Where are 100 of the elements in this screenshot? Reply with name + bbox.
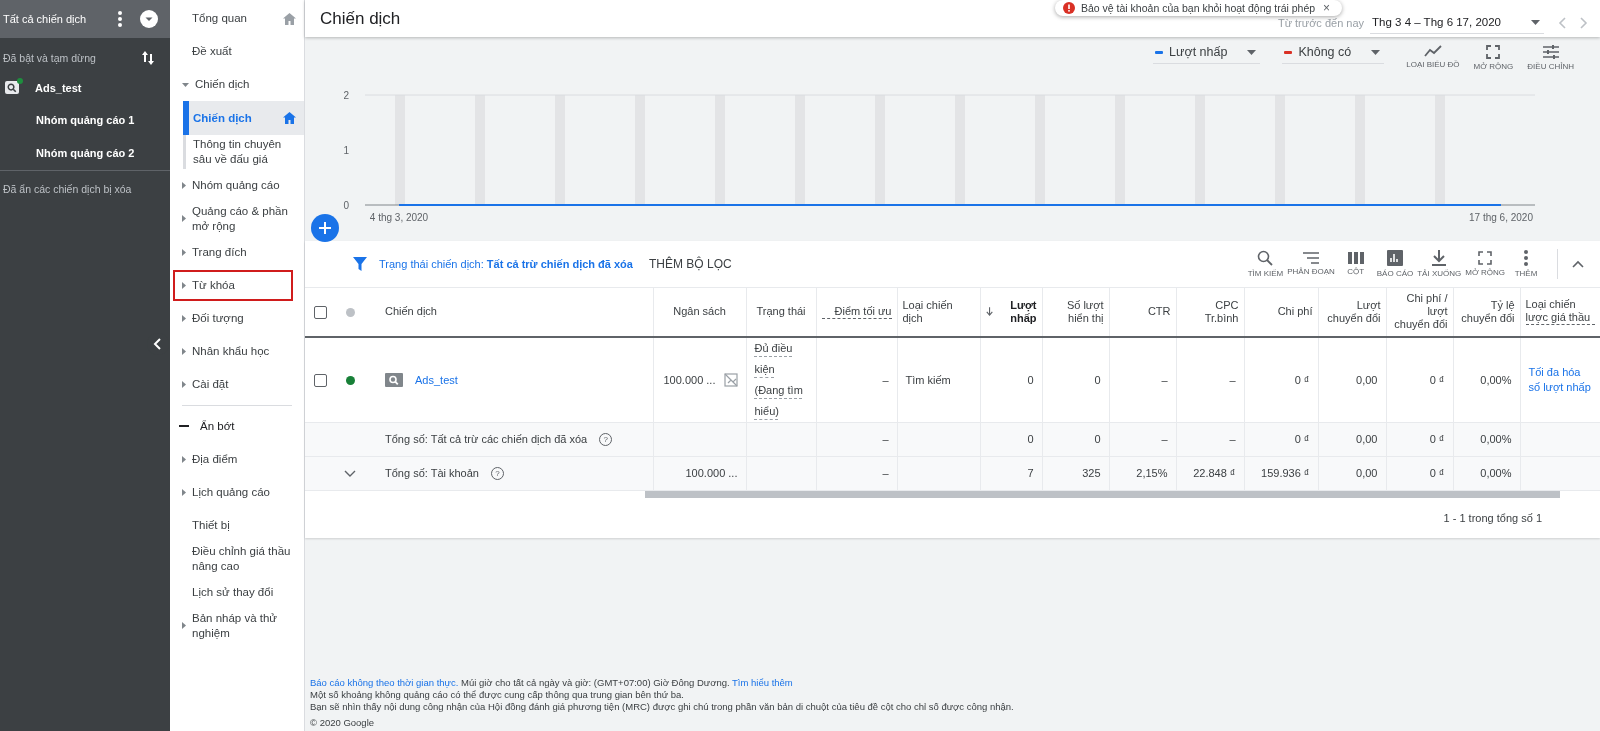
report-link[interactable]: Báo cáo không theo thời gian thực. [310, 677, 459, 688]
table-tool-button[interactable]: TÌM KIẾM [1247, 250, 1284, 278]
column-header[interactable]: Loại chiến lược giá thầu [1525, 298, 1595, 326]
column-header[interactable]: Tỷ lệ chuyển đổi [1458, 298, 1515, 325]
column-header[interactable]: Chi phí / lượt chuyển đổi [1391, 291, 1448, 332]
panel-title[interactable]: Tất cả chiến dịch [3, 13, 100, 25]
chart-tool-button[interactable]: LOẠI BIỂU ĐỒ [1406, 45, 1460, 69]
minus-icon [179, 425, 189, 428]
learn-more-link[interactable]: Tìm hiểu thêm [732, 677, 793, 688]
caret-right-icon [182, 215, 186, 223]
campaign-link[interactable]: Ads_test [415, 373, 458, 386]
date-range-select[interactable]: Thg 3 4 – Thg 6 17, 2020 [1370, 12, 1544, 34]
table-tool-button[interactable]: TẢI XUỐNG [1417, 250, 1462, 278]
nav-item[interactable]: Lịch quảng cáo [170, 475, 304, 509]
caret-right-icon [182, 281, 186, 289]
nav-item[interactable]: Điều chỉnh giá thầu nâng cao [170, 541, 304, 576]
caret-right-icon [182, 455, 186, 463]
column-header[interactable]: Lượt nhấp [992, 298, 1037, 325]
table-cell: 22.848 ₫ [1193, 467, 1236, 479]
bid-strategy-link[interactable]: Tối đa hóa số lượt nhấp [1528, 365, 1592, 394]
sort-down-icon[interactable] [985, 306, 993, 318]
ad-group-item[interactable]: Nhóm quảng cáo 1 [0, 104, 170, 137]
filter-chip[interactable]: Trạng thái chiến dịch: Tất cả trừ chiến dịch đã xóa [379, 258, 633, 270]
search-icon [1257, 250, 1274, 266]
table-cell: – [882, 467, 889, 479]
chevron-up-icon[interactable] [1572, 260, 1584, 268]
nav-item[interactable]: Tổng quan [170, 2, 304, 35]
metric-select[interactable]: Lượt nhấp [1153, 45, 1261, 64]
nav-item[interactable]: Từ khóa [172, 268, 294, 302]
axis-tick-label: 1 [343, 145, 349, 156]
dropdown-icon[interactable] [140, 10, 158, 28]
expand-icon [1486, 45, 1501, 59]
expand-icon [1478, 251, 1493, 265]
nav-item[interactable]: Địa điểm [170, 442, 304, 476]
column-header[interactable]: Trạng thái [751, 305, 811, 319]
add-button[interactable] [311, 214, 339, 242]
table-tool-button[interactable]: PHÂN ĐOẠN [1287, 252, 1335, 276]
chart-tool-button[interactable]: MỞ RỘNG [1473, 45, 1514, 71]
campaign-item[interactable]: Ads_test [0, 71, 170, 104]
more-icon[interactable] [118, 11, 122, 27]
nav-item[interactable]: Thiết bị [170, 508, 304, 542]
metric-select[interactable]: Không có [1282, 45, 1385, 64]
table-tool-button[interactable]: CỘT [1338, 252, 1373, 276]
table-cell: 0 [1094, 433, 1101, 445]
table-tool-button[interactable]: THÊM [1509, 250, 1543, 278]
status-text[interactable]: Đủ điều kiện (Đang tìm hiểu) [754, 337, 808, 422]
table-cell: 0 [1094, 373, 1101, 386]
nav-item[interactable]: Cài đặt [170, 367, 304, 401]
table-cell: 0 ₫ [1294, 433, 1310, 445]
checkbox[interactable] [313, 305, 327, 319]
download-icon [1432, 250, 1447, 266]
filter-icon[interactable] [353, 257, 367, 271]
caret-down-icon [1371, 49, 1381, 55]
nav-item[interactable]: Quảng cáo & phần mở rộng [170, 202, 304, 236]
chart-tool-button[interactable]: ĐIỀU CHỈNH [1527, 45, 1574, 71]
nav-item[interactable]: Nhân khẩu học [170, 334, 304, 368]
column-header[interactable]: CTR [1114, 305, 1171, 319]
total-label: Tổng số: Tài khoản [385, 467, 479, 479]
table-cell: 0 [1027, 433, 1034, 445]
column-header[interactable]: CPC Tr.bình [1181, 298, 1239, 325]
column-header[interactable]: Chiến dịch [385, 305, 648, 319]
table-tool-button[interactable]: MỞ RỘNG [1465, 251, 1505, 277]
table-cell: Tìm kiếm [905, 373, 951, 386]
sort-icon[interactable] [142, 51, 154, 65]
close-button[interactable]: × [1321, 2, 1333, 14]
nav-item[interactable]: Đối tượng [170, 301, 304, 335]
nav-item[interactable]: Bản nháp và thử nghiệm [170, 608, 304, 643]
column-header[interactable]: Chi phí [1249, 305, 1313, 319]
table-cell: – [1161, 373, 1168, 386]
scrollbar[interactable] [645, 490, 1560, 498]
nav-item[interactable]: Lịch sử thay đổi [170, 575, 304, 609]
column-header[interactable]: Ngân sách [658, 305, 741, 319]
chevron-down-icon[interactable] [344, 470, 356, 477]
table-cell: 0,00 [1356, 373, 1378, 386]
column-header[interactable]: Lượt chuyển đổi [1323, 298, 1381, 325]
caret-down-icon [1531, 19, 1540, 25]
nav-item[interactable]: Trang đích [170, 235, 304, 269]
nav-item[interactable]: Đề xuất [170, 35, 304, 68]
table-cell: 0 ₫ [1294, 373, 1310, 386]
nav-item[interactable]: Chiến dịch [170, 68, 304, 101]
caret-right-icon [182, 248, 186, 256]
chart-off-icon[interactable] [723, 372, 738, 387]
footer-note: Bạn sẽ nhìn thấy nội dung công nhận của Hội đồng đánh giá phương tiện (MRC) được ghi chú trong phần văn bản di chuột của tiêu đề cột cho chỉ số được công nhận. [310, 701, 1015, 713]
page-title: Chiến dịch [320, 8, 401, 29]
nav-item[interactable]: Nhóm quảng cáo [170, 169, 304, 202]
column-header[interactable]: Số lượt hiển thị [1047, 298, 1104, 325]
column-header[interactable]: Điểm tối ưu [821, 304, 892, 319]
report-icon [1387, 250, 1403, 266]
column-header[interactable]: Loại chiến dịch [902, 298, 975, 325]
nav-item[interactable]: Chiến dịch [183, 101, 304, 135]
table-cell: – [1229, 373, 1236, 386]
table-tool-button[interactable]: BÁO CÁO [1376, 250, 1414, 278]
ad-group-item[interactable]: Nhóm quảng cáo 2 [0, 137, 170, 170]
adjust-icon [1542, 45, 1559, 59]
table-cell: 0 ₫ [1429, 373, 1445, 386]
collapse-toggle[interactable]: Ẩn bớt [170, 409, 304, 443]
checkbox[interactable] [313, 373, 327, 387]
home-icon [283, 112, 296, 124]
add-filter-button[interactable]: THÊM BỘ LỌC [644, 257, 736, 271]
table-cell: 100.000 ... [663, 373, 716, 386]
